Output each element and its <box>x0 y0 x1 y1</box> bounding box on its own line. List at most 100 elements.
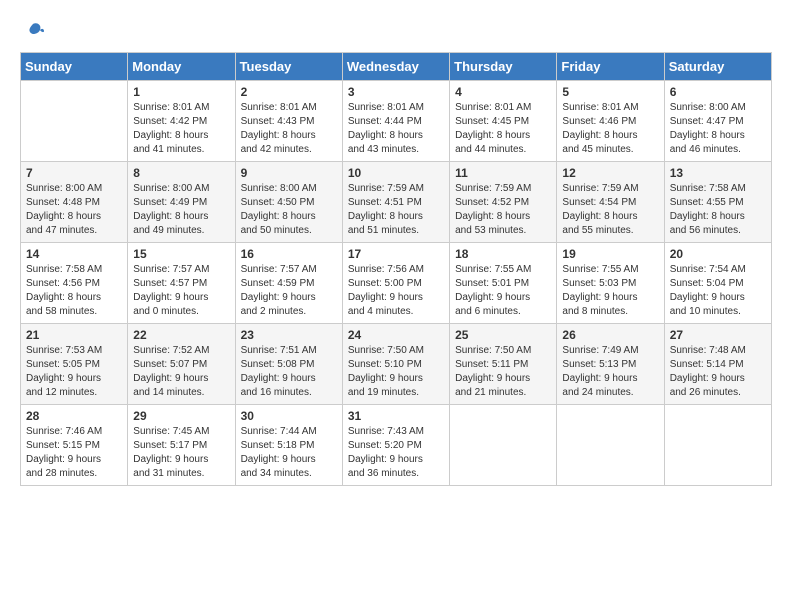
day-info: Sunrise: 7:56 AM Sunset: 5:00 PM Dayligh… <box>348 263 444 319</box>
calendar-cell: 13 Sunrise: 7:58 AM Sunset: 4:55 PM Dayli… <box>664 162 771 243</box>
day-number: 3 <box>348 85 444 99</box>
calendar-cell: 17Sunrise: 7:56 AM Sunset: 5:00 PM Dayli… <box>342 243 449 324</box>
day-number: 15 <box>133 247 229 261</box>
logo-bird-icon <box>22 20 44 42</box>
calendar-cell: 5 Sunrise: 8:01 AM Sunset: 4:46 PM Daylig… <box>557 81 664 162</box>
calendar-cell: 6 Sunrise: 8:00 AM Sunset: 4:47 PM Daylig… <box>664 81 771 162</box>
day-info: Sunrise: 7:53 AM Sunset: 5:05 PM Dayligh… <box>26 344 122 400</box>
day-number: 7 <box>26 166 122 180</box>
day-info: Sunrise: 7:58 AM Sunset: 4:56 PM Dayligh… <box>26 263 122 319</box>
calendar-cell: 10 Sunrise: 7:59 AM Sunset: 4:51 PM Dayli… <box>342 162 449 243</box>
day-info: Sunrise: 7:57 AM Sunset: 4:59 PM Dayligh… <box>241 263 337 319</box>
day-info: Sunrise: 8:01 AM Sunset: 4:44 PM Dayligh… <box>348 101 444 157</box>
day-info: Sunrise: 7:44 AM Sunset: 5:18 PM Dayligh… <box>241 425 337 481</box>
day-number: 8 <box>133 166 229 180</box>
day-info: Sunrise: 7:54 AM Sunset: 5:04 PM Dayligh… <box>670 263 766 319</box>
day-number: 1 <box>133 85 229 99</box>
day-number: 31 <box>348 409 444 423</box>
day-number: 9 <box>241 166 337 180</box>
calendar-cell: 20 Sunrise: 7:54 AM Sunset: 5:04 PM Dayli… <box>664 243 771 324</box>
calendar-cell: 22 Sunrise: 7:52 AM Sunset: 5:07 PM Dayli… <box>128 324 235 405</box>
day-number: 4 <box>455 85 551 99</box>
day-info: Sunrise: 7:55 AM Sunset: 5:03 PM Dayligh… <box>562 263 658 319</box>
calendar-cell: 1 Sunrise: 8:01 AM Sunset: 4:42 PM Daylig… <box>128 81 235 162</box>
day-info: Sunrise: 7:43 AM Sunset: 5:20 PM Dayligh… <box>348 425 444 481</box>
calendar-cell: 23Sunrise: 7:51 AM Sunset: 5:08 PM Dayli… <box>235 324 342 405</box>
day-number: 29 <box>133 409 229 423</box>
day-number: 11 <box>455 166 551 180</box>
col-header-friday: Friday <box>557 53 664 81</box>
day-info: Sunrise: 7:59 AM Sunset: 4:52 PM Dayligh… <box>455 182 551 238</box>
col-header-saturday: Saturday <box>664 53 771 81</box>
day-number: 18 <box>455 247 551 261</box>
day-info: Sunrise: 8:00 AM Sunset: 4:47 PM Dayligh… <box>670 101 766 157</box>
day-info: Sunrise: 8:01 AM Sunset: 4:46 PM Dayligh… <box>562 101 658 157</box>
calendar-cell: 31 Sunrise: 7:43 AM Sunset: 5:20 PM Dayli… <box>342 405 449 486</box>
calendar-cell <box>450 405 557 486</box>
day-info: Sunrise: 8:00 AM Sunset: 4:49 PM Dayligh… <box>133 182 229 238</box>
col-header-thursday: Thursday <box>450 53 557 81</box>
calendar-cell: 4 Sunrise: 8:01 AM Sunset: 4:45 PM Daylig… <box>450 81 557 162</box>
calendar-cell: 3 Sunrise: 8:01 AM Sunset: 4:44 PM Daylig… <box>342 81 449 162</box>
day-number: 28 <box>26 409 122 423</box>
day-number: 2 <box>241 85 337 99</box>
calendar-cell: 19 Sunrise: 7:55 AM Sunset: 5:03 PM Dayli… <box>557 243 664 324</box>
calendar-cell: 16 Sunrise: 7:57 AM Sunset: 4:59 PM Dayli… <box>235 243 342 324</box>
calendar-cell: 12 Sunrise: 7:59 AM Sunset: 4:54 PM Dayli… <box>557 162 664 243</box>
calendar-cell: 24Sunrise: 7:50 AM Sunset: 5:10 PM Dayli… <box>342 324 449 405</box>
day-info: Sunrise: 8:01 AM Sunset: 4:45 PM Dayligh… <box>455 101 551 157</box>
col-header-sunday: Sunday <box>21 53 128 81</box>
day-info: Sunrise: 8:01 AM Sunset: 4:43 PM Dayligh… <box>241 101 337 157</box>
day-number: 20 <box>670 247 766 261</box>
calendar-cell: 15 Sunrise: 7:57 AM Sunset: 4:57 PM Dayli… <box>128 243 235 324</box>
day-info: Sunrise: 7:51 AM Sunset: 5:08 PM Dayligh… <box>241 344 337 400</box>
day-info: Sunrise: 7:59 AM Sunset: 4:54 PM Dayligh… <box>562 182 658 238</box>
calendar-cell: 7 Sunrise: 8:00 AM Sunset: 4:48 PM Daylig… <box>21 162 128 243</box>
day-number: 30 <box>241 409 337 423</box>
day-number: 25 <box>455 328 551 342</box>
calendar-cell: 30 Sunrise: 7:44 AM Sunset: 5:18 PM Dayli… <box>235 405 342 486</box>
day-info: Sunrise: 8:00 AM Sunset: 4:50 PM Dayligh… <box>241 182 337 238</box>
calendar-table: SundayMondayTuesdayWednesdayThursdayFrid… <box>20 52 772 486</box>
day-info: Sunrise: 7:52 AM Sunset: 5:07 PM Dayligh… <box>133 344 229 400</box>
day-info: Sunrise: 7:45 AM Sunset: 5:17 PM Dayligh… <box>133 425 229 481</box>
day-info: Sunrise: 7:58 AM Sunset: 4:55 PM Dayligh… <box>670 182 766 238</box>
calendar-cell: 8 Sunrise: 8:00 AM Sunset: 4:49 PM Daylig… <box>128 162 235 243</box>
day-number: 12 <box>562 166 658 180</box>
calendar-cell <box>21 81 128 162</box>
day-number: 5 <box>562 85 658 99</box>
day-number: 22 <box>133 328 229 342</box>
calendar-cell: 21 Sunrise: 7:53 AM Sunset: 5:05 PM Dayli… <box>21 324 128 405</box>
calendar-cell: 14Sunrise: 7:58 AM Sunset: 4:56 PM Dayli… <box>21 243 128 324</box>
day-info: Sunrise: 8:01 AM Sunset: 4:42 PM Dayligh… <box>133 101 229 157</box>
col-header-tuesday: Tuesday <box>235 53 342 81</box>
day-info: Sunrise: 8:00 AM Sunset: 4:48 PM Dayligh… <box>26 182 122 238</box>
calendar-cell <box>557 405 664 486</box>
day-info: Sunrise: 7:50 AM Sunset: 5:11 PM Dayligh… <box>455 344 551 400</box>
col-header-wednesday: Wednesday <box>342 53 449 81</box>
calendar-cell: 18Sunrise: 7:55 AM Sunset: 5:01 PM Dayli… <box>450 243 557 324</box>
calendar-cell: 11 Sunrise: 7:59 AM Sunset: 4:52 PM Dayli… <box>450 162 557 243</box>
day-number: 6 <box>670 85 766 99</box>
calendar-cell: 9 Sunrise: 8:00 AM Sunset: 4:50 PM Daylig… <box>235 162 342 243</box>
logo <box>20 20 44 42</box>
day-number: 13 <box>670 166 766 180</box>
day-number: 19 <box>562 247 658 261</box>
day-info: Sunrise: 7:59 AM Sunset: 4:51 PM Dayligh… <box>348 182 444 238</box>
calendar-cell: 25 Sunrise: 7:50 AM Sunset: 5:11 PM Dayli… <box>450 324 557 405</box>
day-info: Sunrise: 7:48 AM Sunset: 5:14 PM Dayligh… <box>670 344 766 400</box>
page-header <box>20 20 772 42</box>
day-number: 26 <box>562 328 658 342</box>
calendar-cell <box>664 405 771 486</box>
day-number: 10 <box>348 166 444 180</box>
day-info: Sunrise: 7:57 AM Sunset: 4:57 PM Dayligh… <box>133 263 229 319</box>
calendar-cell: 26Sunrise: 7:49 AM Sunset: 5:13 PM Dayli… <box>557 324 664 405</box>
calendar-cell: 27 Sunrise: 7:48 AM Sunset: 5:14 PM Dayli… <box>664 324 771 405</box>
day-info: Sunrise: 7:50 AM Sunset: 5:10 PM Dayligh… <box>348 344 444 400</box>
calendar-cell: 28Sunrise: 7:46 AM Sunset: 5:15 PM Dayli… <box>21 405 128 486</box>
day-number: 16 <box>241 247 337 261</box>
day-number: 21 <box>26 328 122 342</box>
calendar-cell: 2 Sunrise: 8:01 AM Sunset: 4:43 PM Daylig… <box>235 81 342 162</box>
day-number: 27 <box>670 328 766 342</box>
col-header-monday: Monday <box>128 53 235 81</box>
